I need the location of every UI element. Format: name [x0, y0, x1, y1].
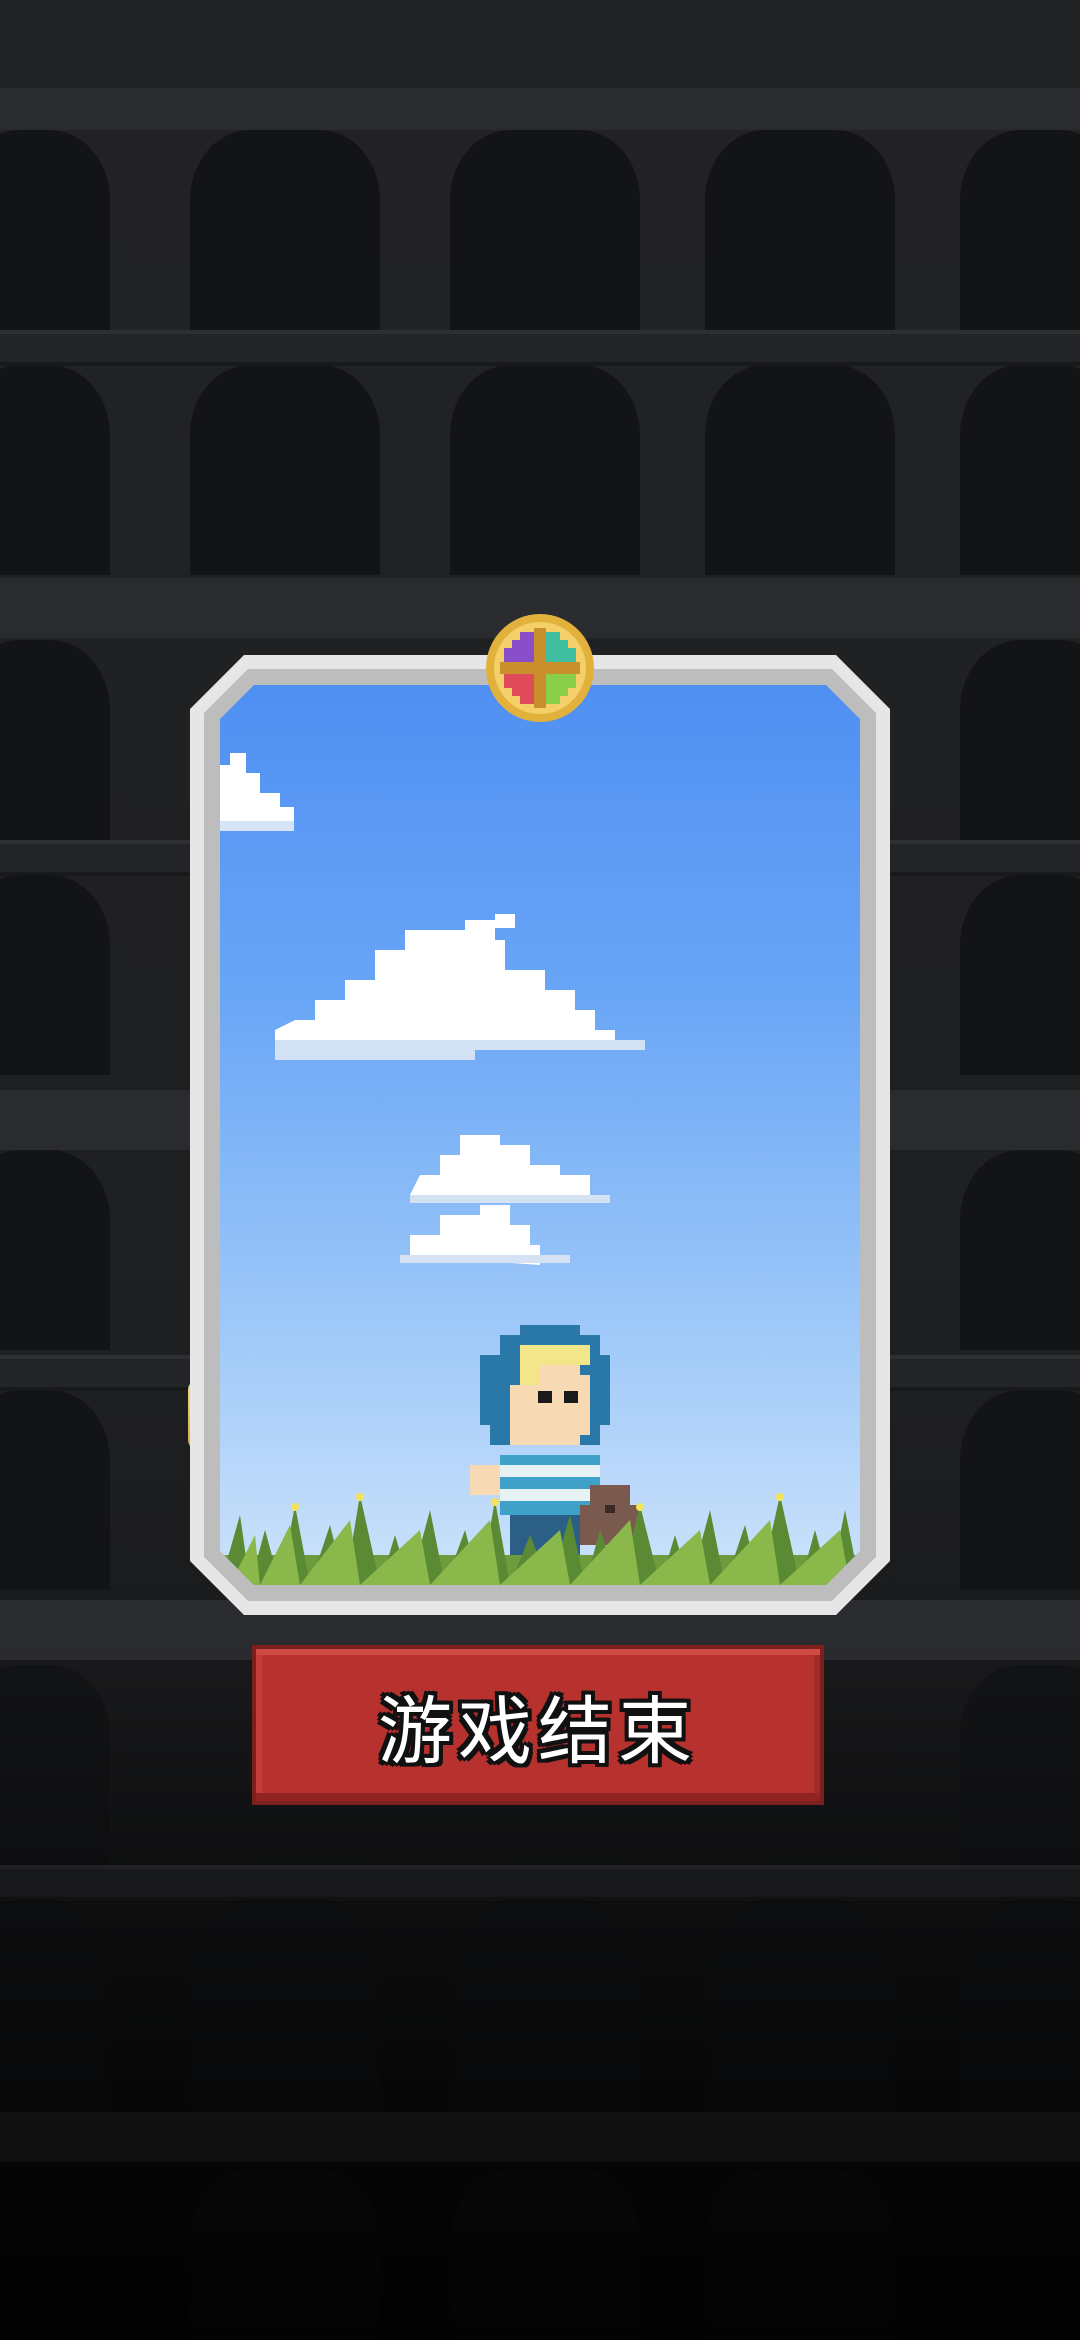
- arch-window: [0, 130, 110, 330]
- arch-window: [960, 130, 1080, 330]
- arch-window: [960, 640, 1080, 840]
- character-card: [190, 655, 890, 1615]
- arch-window: [0, 875, 110, 1075]
- game-over-screen: 游戏结束: [0, 0, 1080, 2340]
- clover-emblem-icon: [486, 614, 594, 722]
- arch-window: [450, 130, 640, 330]
- game-over-button[interactable]: 游戏结束: [252, 1645, 824, 1805]
- arch-window: [0, 640, 110, 840]
- arch-window: [960, 365, 1080, 575]
- arch-window: [450, 365, 640, 575]
- game-over-label: 游戏结束: [378, 1688, 698, 1775]
- cloud-icon: [400, 1115, 610, 1275]
- grass-field: [220, 1475, 860, 1585]
- arch-window: [0, 1390, 110, 1590]
- card-scene: [220, 685, 860, 1585]
- arch-window: [190, 365, 380, 575]
- cloud-icon: [275, 900, 645, 1060]
- arch-window: [960, 1150, 1080, 1350]
- arch-window: [190, 130, 380, 330]
- tower-cornice: [0, 88, 1080, 130]
- cloud-icon: [220, 725, 300, 845]
- arch-window: [960, 1390, 1080, 1590]
- arch-window: [0, 365, 110, 575]
- arch-window: [960, 875, 1080, 1075]
- arch-window: [705, 365, 895, 575]
- tower-ledge: [0, 330, 1080, 366]
- arch-window: [0, 1150, 110, 1350]
- arch-window: [705, 130, 895, 330]
